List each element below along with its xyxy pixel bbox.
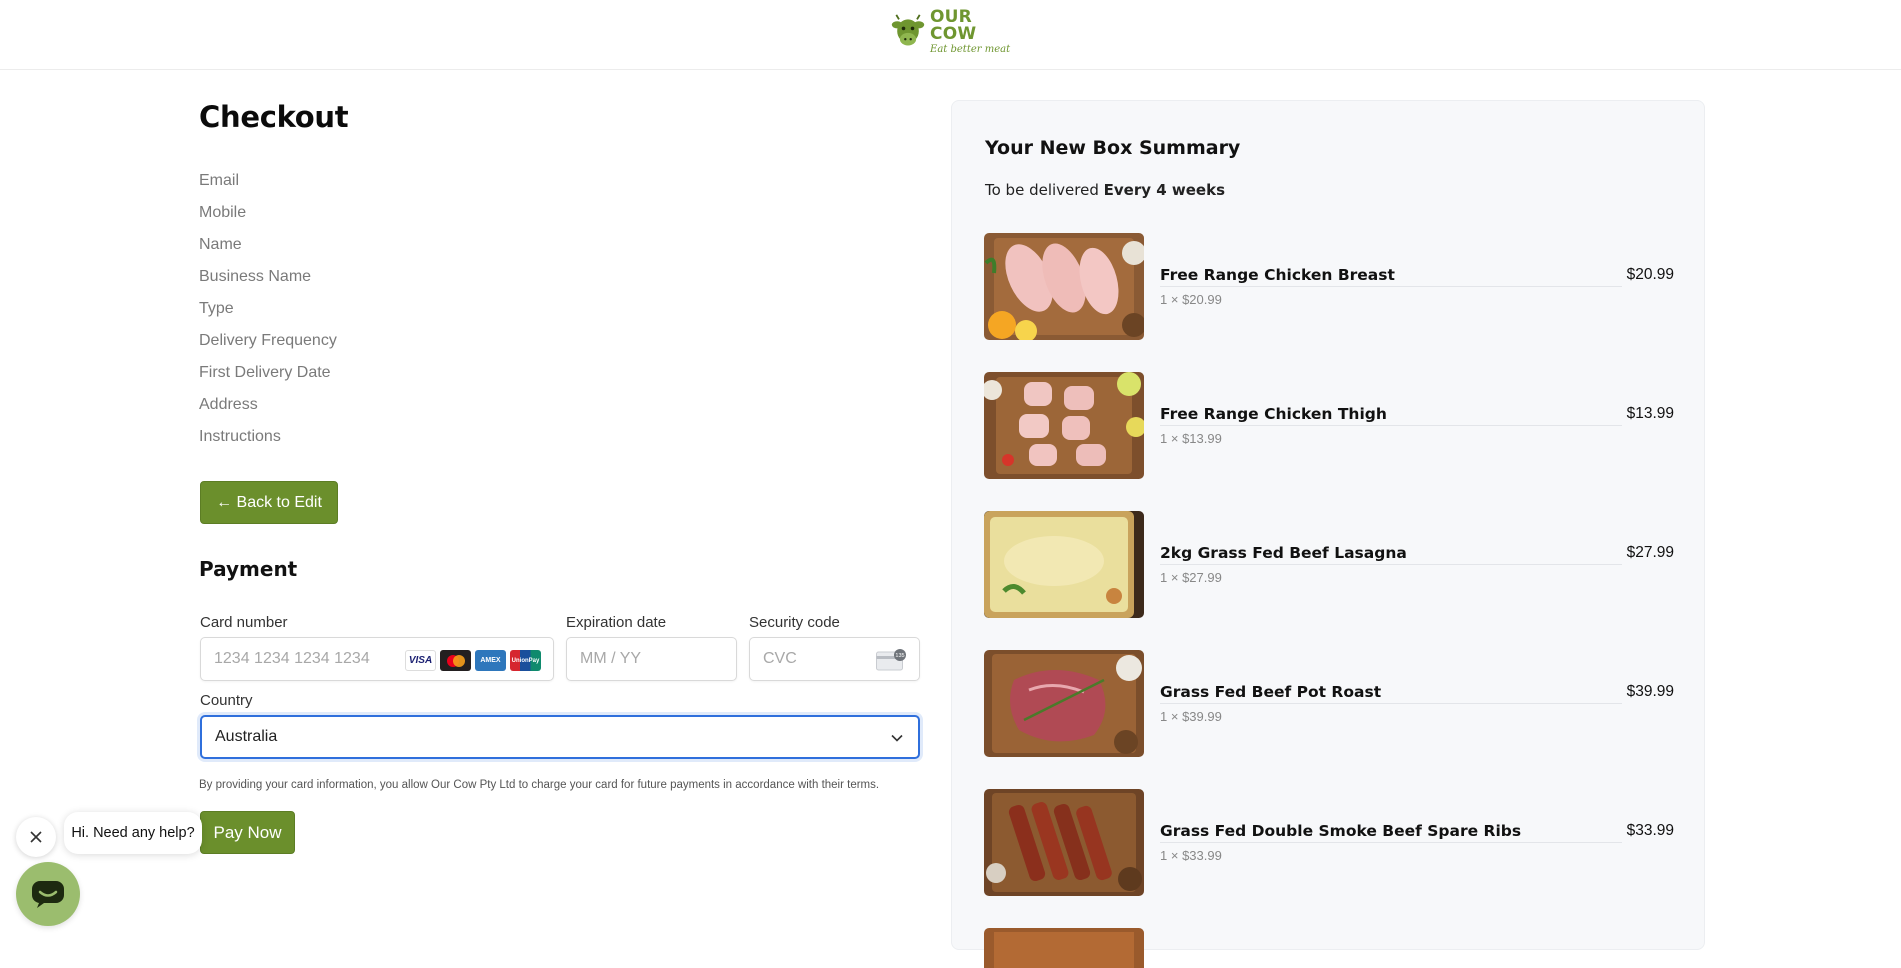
page-title: Checkout xyxy=(199,100,349,134)
item-price: $39.99 xyxy=(1620,683,1674,701)
cvc-icon-text: 135 xyxy=(895,653,904,659)
expiration-placeholder: MM / YY xyxy=(580,650,642,667)
our-cow-logo[interactable]: OUR COW Eat better meat xyxy=(890,7,1015,55)
amex-icon: AMEX xyxy=(475,650,506,671)
brand-name: OUR COW xyxy=(930,7,977,44)
cvc-placeholder: CVC xyxy=(763,650,797,667)
info-type: Type xyxy=(199,300,234,317)
info-email: Email xyxy=(199,172,240,189)
summary-item: Grass Fed Beef Pot Roast $39.99 1 × $39.… xyxy=(984,650,1674,757)
country-label: Country xyxy=(200,692,253,709)
deliver-prefix: To be delivered xyxy=(985,181,1099,199)
item-price: $13.99 xyxy=(1620,405,1674,423)
security-code-label: Security code xyxy=(749,614,840,631)
chat-icon xyxy=(32,881,64,908)
item-price: $33.99 xyxy=(1620,822,1674,840)
info-name: Name xyxy=(199,236,242,253)
card-cvc-icon: 135 xyxy=(876,649,906,671)
expiration-date-input[interactable]: MM / YY xyxy=(566,637,737,681)
item-name: Grass Fed Beef Pot Roast xyxy=(1160,683,1388,701)
summary-item: Grass Fed Double Smoke Beef Spare Ribs $… xyxy=(984,789,1674,896)
chat-help-prompt[interactable]: Hi. Need any help? xyxy=(64,812,202,854)
item-quantity: 1 × $13.99 xyxy=(1160,431,1222,446)
product-image-partial xyxy=(984,928,1144,968)
item-price: $20.99 xyxy=(1620,266,1674,284)
cow-head-icon xyxy=(891,14,925,46)
info-address: Address xyxy=(199,396,258,413)
info-mobile: Mobile xyxy=(199,204,247,221)
product-image-chicken-breast xyxy=(984,233,1144,340)
summary-title: Your New Box Summary xyxy=(985,137,1241,159)
pay-now-button[interactable]: Pay Now xyxy=(200,811,295,854)
visa-icon: VISA xyxy=(405,650,436,671)
close-icon xyxy=(30,831,42,843)
item-quantity: 1 × $20.99 xyxy=(1160,292,1222,307)
item-quantity: 1 × $33.99 xyxy=(1160,848,1222,863)
box-summary-panel: Your New Box Summary To be delivered Eve… xyxy=(951,100,1705,968)
card-number-label: Card number xyxy=(200,614,288,631)
item-name: Free Range Chicken Thigh xyxy=(1160,405,1393,423)
country-value: Australia xyxy=(215,728,278,745)
summary-item: Free Range Chicken Thigh $13.99 1 × $13.… xyxy=(984,372,1674,479)
chevron-down-icon xyxy=(891,734,903,742)
customer-info-list: Email Mobile Name Business Name Type Del… xyxy=(199,170,337,458)
payment-terms: By providing your card information, you … xyxy=(199,779,880,791)
product-image-beef-spare-ribs xyxy=(984,789,1144,896)
product-image-beef-pot-roast xyxy=(984,650,1144,757)
chat-close-button[interactable] xyxy=(16,817,56,857)
brand-tagline: Eat better meat xyxy=(930,44,1011,55)
item-quantity: 1 × $39.99 xyxy=(1160,709,1222,724)
delivery-frequency-text: To be delivered Every 4 weeks xyxy=(985,181,1225,199)
info-first-delivery-date: First Delivery Date xyxy=(199,364,331,381)
item-name: Grass Fed Double Smoke Beef Spare Ribs xyxy=(1160,822,1528,840)
card-number-placeholder: 1234 1234 1234 1234 xyxy=(214,650,370,667)
mastercard-icon xyxy=(440,650,471,671)
item-price: $27.99 xyxy=(1620,544,1674,562)
item-name: 2kg Grass Fed Beef Lasagna xyxy=(1160,544,1413,562)
payment-heading: Payment xyxy=(199,557,298,581)
item-name: Free Range Chicken Breast xyxy=(1160,266,1401,284)
security-code-input[interactable]: CVC 135 xyxy=(749,637,920,681)
info-delivery-frequency: Delivery Frequency xyxy=(199,332,337,349)
item-quantity: 1 × $27.99 xyxy=(1160,570,1222,585)
deliver-frequency: Every 4 weeks xyxy=(1103,181,1226,199)
card-brand-icons: VISA AMEX UnionPay xyxy=(405,650,541,671)
info-business-name: Business Name xyxy=(199,268,312,285)
product-image-beef-lasagna xyxy=(984,511,1144,618)
back-to-edit-button[interactable]: ← Back to Edit xyxy=(200,481,338,524)
country-select[interactable]: Australia xyxy=(200,715,920,759)
info-instructions: Instructions xyxy=(199,428,281,445)
expiration-date-label: Expiration date xyxy=(566,614,667,631)
unionpay-icon: UnionPay xyxy=(510,650,541,671)
card-number-input[interactable]: 1234 1234 1234 1234 VISA AMEX UnionPay xyxy=(200,637,554,681)
site-header: OUR COW Eat better meat xyxy=(0,0,1901,70)
product-image-chicken-thigh xyxy=(984,372,1144,479)
chat-launcher-button[interactable] xyxy=(16,862,80,926)
summary-item: Free Range Chicken Breast $20.99 1 × $20… xyxy=(984,233,1674,340)
summary-item: 2kg Grass Fed Beef Lasagna $27.99 1 × $2… xyxy=(984,511,1674,618)
